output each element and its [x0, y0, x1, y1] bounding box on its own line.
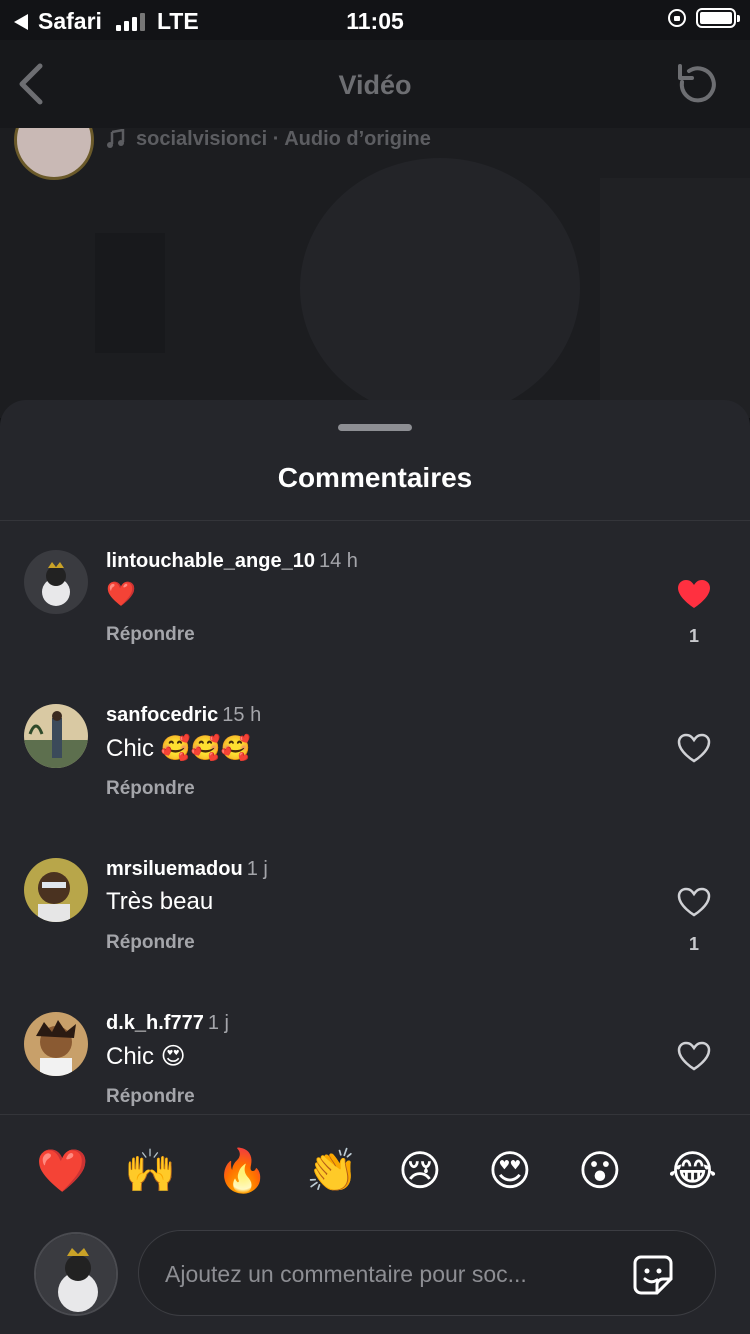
emoji-clap[interactable]: 👏 — [306, 1147, 358, 1195]
creator-avatar[interactable] — [14, 128, 94, 180]
emoji-crying[interactable]: 😢 — [398, 1147, 442, 1195]
emoji-heart-eyes[interactable]: 😍 — [488, 1147, 532, 1195]
music-note-icon — [107, 129, 125, 148]
comment-time: 1 j — [207, 1012, 229, 1034]
battery-icon — [696, 8, 740, 28]
heart-outline-icon[interactable] — [676, 732, 712, 764]
audio-info[interactable]: socialvisionci · Audio d’origine — [106, 128, 431, 150]
emoji-surprised[interactable]: 😮 — [578, 1147, 622, 1195]
sticker-icon[interactable] — [631, 1253, 675, 1297]
nav-bar: Vidéo — [0, 40, 750, 128]
status-time: 11:05 — [346, 8, 404, 34]
reply-button[interactable]: Répondre — [106, 624, 195, 646]
reply-button[interactable]: Répondre — [106, 1086, 195, 1108]
orientation-lock-icon — [668, 9, 686, 27]
status-bar: Safari LTE 11:05 — [0, 0, 750, 40]
comment-username[interactable]: lintouchable_ange_10 — [106, 550, 315, 572]
like-count: 1 — [688, 626, 699, 646]
comment-input-box — [138, 1230, 716, 1316]
comment-text: Très beau — [106, 888, 214, 915]
emoji-quick-bar: ❤️ 🙌 🔥 👏 😢 😍 😮 😂 — [0, 1114, 750, 1231]
comment-text: Chic 🥰🥰🥰 — [106, 735, 251, 762]
avatar[interactable] — [24, 858, 88, 922]
avatar[interactable] — [24, 1012, 88, 1076]
heart-outline-icon[interactable] — [676, 886, 712, 918]
reply-button[interactable]: Répondre — [106, 778, 195, 800]
reply-button[interactable]: Répondre — [106, 932, 195, 954]
comment-text: Chic 😍 — [106, 1043, 186, 1070]
comment-text: ❤️ — [106, 581, 136, 608]
audio-label: socialvisionci · Audio d’origine — [136, 128, 431, 150]
like-count: 1 — [688, 934, 699, 954]
emoji-raised-hands[interactable]: 🙌 — [124, 1147, 176, 1195]
comment-item: lintouchable_ange_10 14 h ❤️ Répondre 1 — [0, 550, 750, 680]
emoji-laughing[interactable]: 😂 — [668, 1147, 717, 1195]
comment-composer — [0, 1230, 750, 1334]
avatar[interactable] — [24, 550, 88, 614]
sheet-drag-handle[interactable] — [338, 424, 412, 431]
page-title: Vidéo — [338, 70, 412, 100]
comment-time: 14 h — [318, 550, 358, 572]
emoji-heart[interactable]: ❤️ — [36, 1147, 88, 1195]
heart-filled-icon[interactable] — [676, 578, 712, 610]
comment-username[interactable]: sanfocedric — [106, 704, 218, 726]
comment-item: mrsiluemadou 1 j Très beau Répondre 1 — [0, 858, 750, 988]
sheet-title: Commentaires — [277, 462, 473, 493]
comment-time: 15 h — [222, 704, 262, 726]
comment-input[interactable] — [163, 1253, 607, 1295]
comment-time: 1 j — [246, 858, 268, 880]
avatar[interactable] — [24, 704, 88, 768]
comment-username[interactable]: mrsiluemadou — [106, 858, 243, 880]
video-player[interactable]: socialvisionci · Audio d’origine — [0, 128, 750, 418]
emoji-fire[interactable]: 🔥 — [216, 1147, 268, 1195]
heart-outline-icon[interactable] — [676, 1040, 712, 1072]
comment-username[interactable]: d.k_h.f777 — [106, 1012, 204, 1034]
reload-icon[interactable] — [672, 60, 720, 108]
my-avatar — [34, 1232, 118, 1316]
comment-item: sanfocedric 15 h Chic 🥰🥰🥰 Répondre — [0, 704, 750, 834]
divider — [0, 520, 750, 521]
